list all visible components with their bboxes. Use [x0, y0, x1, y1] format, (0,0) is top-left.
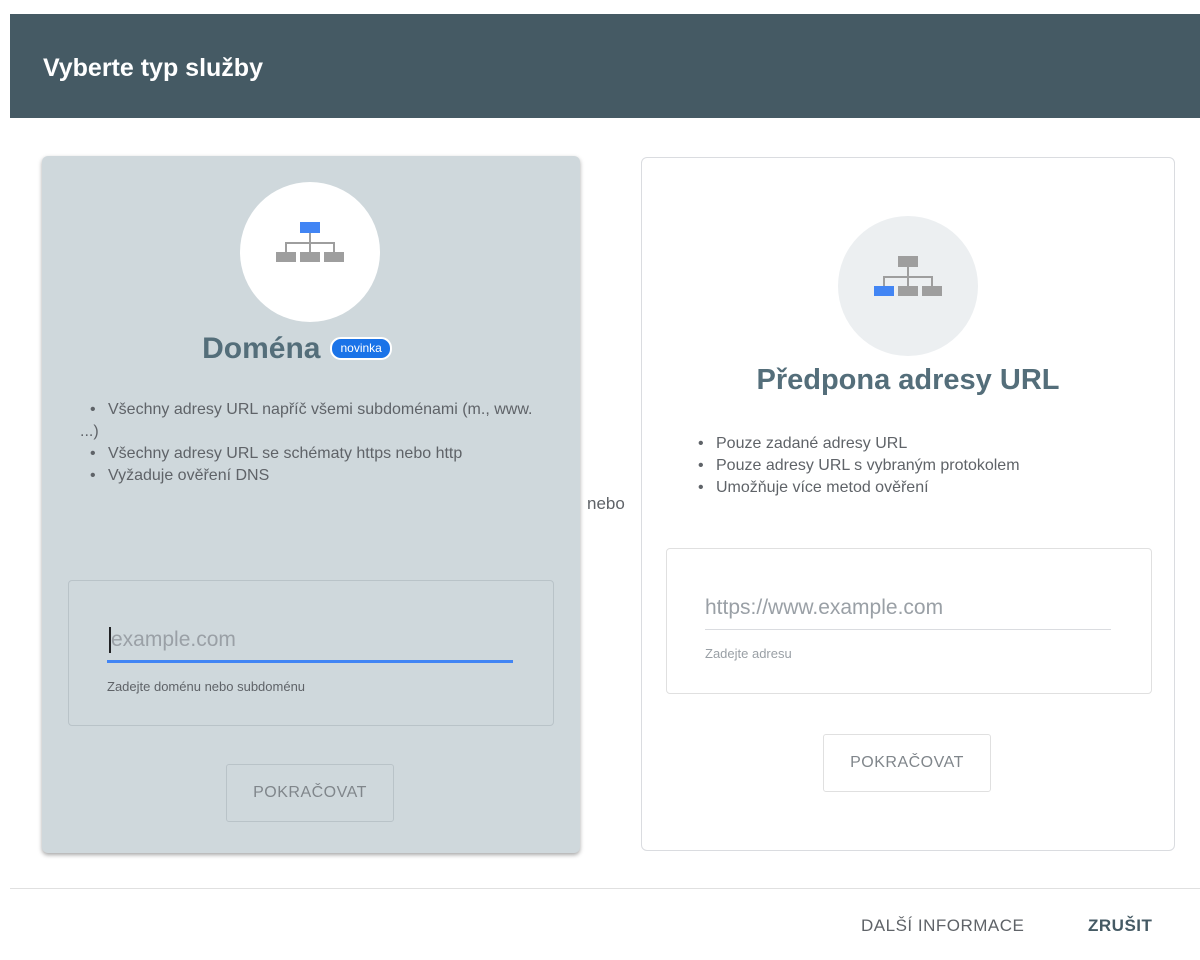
sitemap-icon [874, 256, 942, 296]
domain-title-text: Doména [202, 332, 321, 365]
more-info-button[interactable]: DALŠÍ INFORMACE [861, 916, 1024, 936]
url-input[interactable] [705, 591, 1105, 625]
domain-input-underline [107, 660, 513, 663]
domain-input[interactable] [109, 623, 511, 657]
text-cursor [109, 627, 111, 653]
list-item: • Všechny adresy URL napříč všemi subdomé… [80, 401, 533, 440]
url-continue-button[interactable]: POKRAČOVAT [823, 734, 991, 792]
footer-divider [10, 888, 1200, 889]
url-input-helper: Zadejte adresu [705, 646, 792, 661]
list-item: • Umožňuje více metod ověření [698, 479, 929, 496]
url-prefix-features-list: • Pouze zadané adresy URL • Pouze adresy U… [688, 433, 1148, 499]
or-separator: nebo [587, 494, 625, 513]
list-item: • Pouze zadané adresy URL [698, 435, 908, 452]
domain-features-list: • Všechny adresy URL napříč všemi subdomé… [80, 399, 540, 487]
sitemap-icon [276, 222, 344, 262]
url-prefix-card-title: Předpona adresy URL [756, 364, 1060, 396]
url-input-container: Zadejte adresu [666, 548, 1152, 694]
dialog: Vyberte typ služby Doména novinka • Všechn… [0, 0, 1200, 960]
url-prefix-icon-circle [838, 216, 978, 356]
domain-input-helper: Zadejte doménu nebo subdoménu [107, 679, 306, 694]
cancel-button[interactable]: ZRUŠIT [1088, 916, 1152, 936]
new-badge: novinka [330, 337, 392, 360]
url-prefix-option-card[interactable]: Předpona adresy URL • Pouze zadané adresy… [641, 157, 1175, 851]
dialog-title: Vyberte typ služby [43, 54, 263, 82]
list-item: • Všechny adresy URL se schématy https ne… [90, 445, 463, 462]
domain-continue-button[interactable]: POKRAČOVAT [226, 764, 394, 822]
domain-input-container: Zadejte doménu nebo subdoménu [68, 580, 554, 726]
domain-icon-circle [240, 182, 380, 322]
domain-card-title: Doména novinka [28, 332, 566, 366]
domain-option-card[interactable]: Doména novinka • Všechny adresy URL napříč… [42, 156, 580, 853]
list-item: • Vyžaduje ověření DNS [90, 467, 270, 484]
dialog-header: Vyberte typ služby [10, 14, 1200, 118]
url-input-underline [705, 629, 1111, 630]
list-item: • Pouze adresy URL s vybraným protokolem [698, 457, 1020, 474]
